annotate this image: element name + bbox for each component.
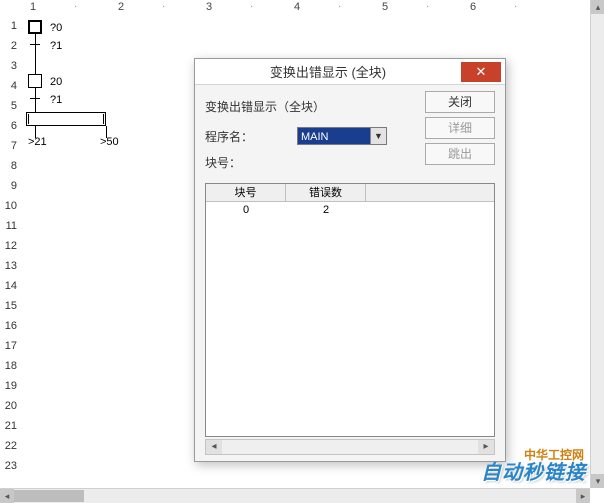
scroll-right-button[interactable]: ▸ bbox=[576, 489, 590, 503]
error-dialog: 变换出错显示 (全块) ✕ 变换出错显示（全块） 程序名： MAIN ▼ 块号：… bbox=[194, 58, 506, 462]
row-numbers: 123 456 789 101112 131415 161718 192021 … bbox=[1, 16, 19, 476]
scroll-thumb[interactable] bbox=[14, 490, 84, 502]
scroll-left-button[interactable]: ◂ bbox=[0, 489, 14, 503]
table-hscrollbar[interactable]: ◂ ▸ bbox=[205, 439, 495, 455]
dialog-close-button[interactable]: ✕ bbox=[461, 62, 501, 82]
step-initial[interactable] bbox=[28, 20, 42, 34]
transition-label: ?1 bbox=[50, 94, 62, 106]
dialog-titlebar[interactable]: 变换出错显示 (全块) ✕ bbox=[195, 59, 505, 85]
step-label: ?0 bbox=[50, 22, 62, 34]
column-errors: 错误数 bbox=[286, 184, 366, 201]
column-block: 块号 bbox=[206, 184, 286, 201]
table-row[interactable]: 0 2 bbox=[206, 202, 494, 218]
scroll-up-button[interactable]: ▴ bbox=[591, 0, 604, 14]
horizontal-ruler: 1 · 2 · 3 · 4 · 5 · 6 · bbox=[18, 0, 590, 16]
jump-button[interactable]: 跳出 bbox=[425, 143, 495, 165]
program-dropdown[interactable]: MAIN ▼ bbox=[297, 127, 387, 145]
scroll-left-button[interactable]: ◂ bbox=[206, 440, 222, 454]
program-label: 程序名： bbox=[205, 128, 297, 145]
transition-label: ?1 bbox=[50, 40, 62, 52]
chevron-down-icon[interactable]: ▼ bbox=[370, 128, 386, 144]
detail-button[interactable]: 详细 bbox=[425, 117, 495, 139]
jump-label: >21 bbox=[28, 136, 47, 148]
close-button[interactable]: 关闭 bbox=[425, 91, 495, 113]
horizontal-scrollbar[interactable]: ◂ ▸ bbox=[0, 488, 590, 503]
dialog-title: 变换出错显示 (全块) bbox=[195, 62, 461, 81]
block-box-inner bbox=[28, 114, 104, 124]
step-box[interactable] bbox=[28, 74, 42, 88]
jump-label: >50 bbox=[100, 136, 119, 148]
step-label: 20 bbox=[50, 76, 62, 88]
vertical-scrollbar[interactable]: ▴ ▾ bbox=[590, 0, 604, 488]
table-header: 块号 错误数 bbox=[206, 184, 494, 202]
scroll-right-button[interactable]: ▸ bbox=[478, 440, 494, 454]
dialog-subtitle: 变换出错显示（全块） bbox=[205, 98, 325, 115]
scroll-down-button[interactable]: ▾ bbox=[591, 474, 604, 488]
block-label: 块号： bbox=[205, 154, 297, 171]
watermark: 自动秒链接 bbox=[481, 456, 586, 485]
error-table[interactable]: 块号 错误数 0 2 bbox=[205, 183, 495, 437]
program-value: MAIN bbox=[301, 131, 329, 143]
